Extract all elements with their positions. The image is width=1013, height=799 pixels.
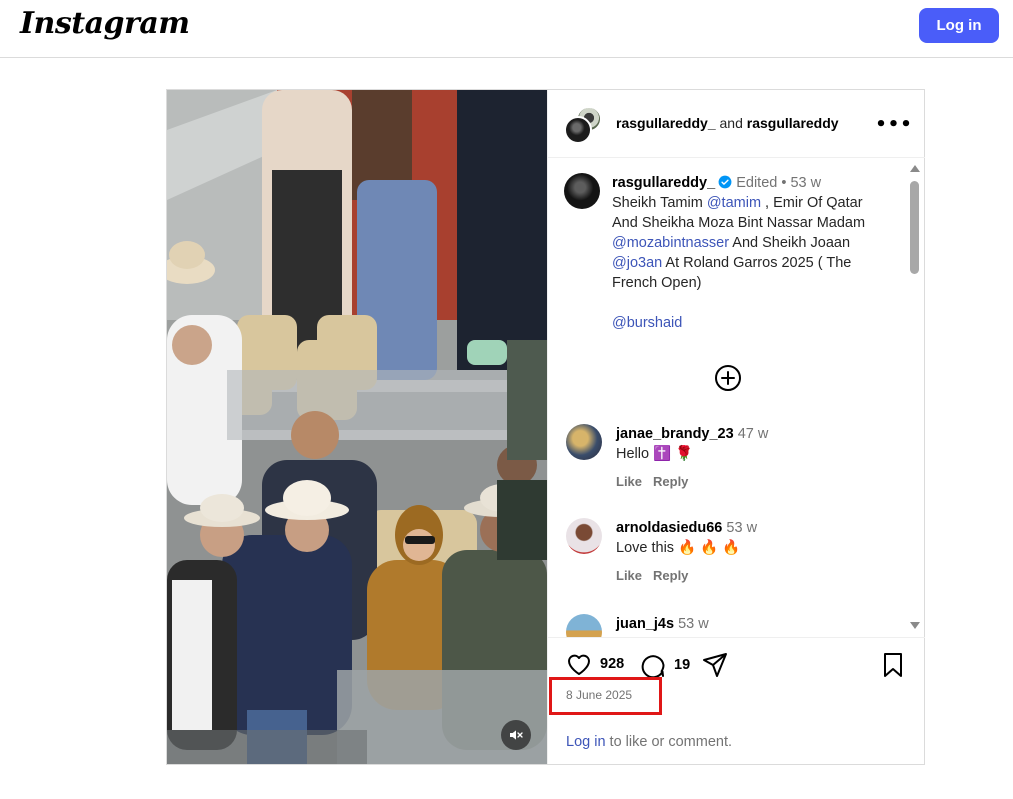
comment-actions: Like Reply	[616, 474, 688, 489]
comment-age: 53 w	[726, 520, 758, 536]
comment-action[interactable]: 19	[640, 652, 690, 678]
heart-icon[interactable]	[566, 652, 592, 676]
comment-text: arnoldasiedu66 53 w Love this 🔥 🔥 🔥	[616, 518, 906, 558]
comment-actions: Like Reply	[616, 568, 688, 583]
verified-icon	[718, 175, 732, 189]
post-authors: rasgullareddy_ and rasgullareddy	[616, 115, 839, 131]
comment-age: 47 w	[737, 426, 769, 442]
edited-label: Edited	[736, 175, 778, 191]
caption-username[interactable]: rasgullareddy_	[612, 175, 715, 191]
avatar	[564, 116, 592, 144]
author-avatars[interactable]	[564, 106, 604, 146]
comment-text: janae_brandy_23 47 w Hello ✝️ 🌹	[616, 424, 906, 464]
caption-text: rasgullareddy_ Edited • 53 w Sheikh Tami…	[612, 173, 904, 333]
share-icon[interactable]	[702, 652, 728, 678]
comment-username[interactable]: arnoldasiedu66	[616, 520, 722, 536]
login-prompt-text: to like or comment.	[605, 734, 733, 750]
reply-button[interactable]: Reply	[653, 568, 688, 583]
avatar[interactable]	[564, 173, 600, 209]
comments-section[interactable]: rasgullareddy_ Edited • 53 w Sheikh Tami…	[548, 159, 925, 637]
comment-username[interactable]: juan_j4s	[616, 616, 674, 632]
caption-text-part: And Sheikha Moza Bint Nassar Madam	[612, 215, 866, 231]
author-username-1[interactable]: rasgullareddy_	[616, 115, 716, 131]
share-action[interactable]	[702, 652, 728, 678]
like-action[interactable]: 928	[566, 652, 624, 676]
comment-text: juan_j4s 53 w	[616, 614, 906, 634]
comments-scrollbar[interactable]	[908, 159, 922, 637]
authors-joiner: and	[719, 115, 743, 131]
login-link[interactable]: Log in	[566, 734, 606, 750]
instagram-logo[interactable]: Instagram	[20, 6, 190, 41]
comment-age: 53 w	[678, 616, 709, 632]
avatar[interactable]	[566, 518, 602, 554]
caption-text-part: At Roland Garros 2025 ( The	[662, 255, 852, 271]
save-action[interactable]	[882, 652, 904, 678]
comment-body: Hello ✝️ 🌹	[616, 446, 694, 462]
post-container: rasgullareddy_ and rasgullareddy ••• ras…	[166, 89, 925, 765]
add-circle-icon	[715, 365, 741, 391]
date-highlight-box	[549, 677, 662, 715]
post-video[interactable]	[167, 90, 547, 764]
separator-dot: •	[781, 175, 787, 191]
load-more-comments-button[interactable]	[714, 364, 742, 392]
like-comment-button[interactable]: Like	[616, 568, 642, 583]
top-navigation-bar: Instagram Log in	[0, 0, 1013, 58]
mention-link[interactable]: @mozabintnasser	[612, 235, 729, 251]
mention-link[interactable]: @burshaid	[612, 315, 682, 331]
likes-count: 928	[600, 656, 625, 672]
caption-text-part: And Sheikh Joaan	[729, 235, 851, 251]
like-comment-button[interactable]: Like	[616, 474, 642, 489]
login-prompt: Log in to like or comment.	[566, 734, 732, 750]
avatar[interactable]	[566, 614, 602, 637]
mute-toggle-button[interactable]	[501, 720, 531, 750]
comment-username[interactable]: janae_brandy_23	[616, 426, 734, 442]
post-header: rasgullareddy_ and rasgullareddy •••	[548, 90, 925, 158]
video-frame-illustration	[167, 90, 547, 764]
caption-text-part: , Emir Of Qatar	[761, 195, 863, 211]
bookmark-icon[interactable]	[882, 652, 904, 678]
caption-text-part: French Open)	[612, 275, 702, 291]
comment-body: Love this 🔥 🔥 🔥	[616, 540, 741, 556]
login-button[interactable]: Log in	[919, 8, 999, 43]
reply-button[interactable]: Reply	[653, 474, 688, 489]
author-username-2[interactable]: rasgullareddy	[747, 115, 839, 131]
mention-link[interactable]: @tamim	[707, 195, 761, 211]
comments-count: 19	[674, 657, 691, 673]
scroll-up-arrow[interactable]	[910, 165, 920, 172]
scroll-thumb[interactable]	[910, 181, 919, 274]
caption-text-part: Sheikh Tamim	[612, 195, 707, 211]
scroll-down-arrow[interactable]	[910, 622, 920, 629]
mute-icon	[510, 730, 523, 740]
avatar[interactable]	[566, 424, 602, 460]
comment-icon[interactable]	[640, 652, 666, 678]
caption-age: 53 w	[790, 175, 822, 191]
post-side-panel: rasgullareddy_ and rasgullareddy ••• ras…	[547, 90, 925, 764]
mention-link[interactable]: @jo3an	[612, 255, 662, 271]
more-options-button[interactable]: •••	[875, 112, 912, 136]
